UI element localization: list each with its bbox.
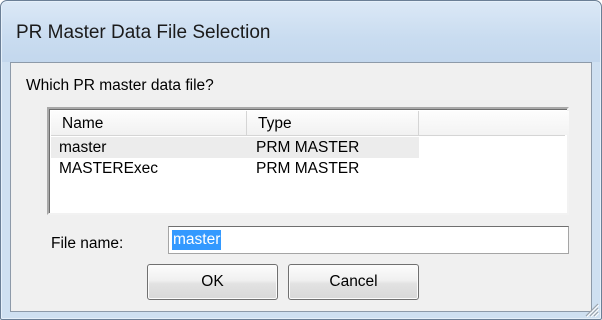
list-item-type: PRM MASTER	[256, 160, 360, 177]
resize-grip-icon[interactable]	[583, 301, 599, 317]
file-list[interactable]: Name Type master PRM MASTER MASTERExec P…	[47, 107, 569, 215]
title-bar[interactable]: PR Master Data File Selection	[2, 2, 600, 62]
list-item-name: master	[59, 139, 107, 156]
file-name-selected-text: master	[172, 230, 222, 250]
dialog-window: PR Master Data File Selection Which PR m…	[0, 0, 602, 320]
ok-button[interactable]: OK	[147, 264, 278, 300]
list-item-master[interactable]: master PRM MASTER	[51, 137, 419, 158]
prompt-text: Which PR master data file?	[26, 77, 214, 94]
list-header: Name Type	[51, 111, 569, 136]
column-header-type[interactable]: Type	[247, 111, 419, 135]
dialog-body: Which PR master data file? Name Type mas…	[10, 62, 592, 312]
cancel-button[interactable]: Cancel	[288, 264, 419, 300]
window-title: PR Master Data File Selection	[16, 22, 271, 43]
file-name-input[interactable]: master	[168, 226, 569, 254]
list-item-masterexec[interactable]: MASTERExec PRM MASTER	[51, 158, 419, 179]
column-header-name[interactable]: Name	[51, 111, 247, 135]
column-header-filler	[419, 111, 569, 135]
list-item-name: MASTERExec	[59, 160, 159, 177]
file-name-label: File name:	[51, 235, 124, 252]
list-item-type: PRM MASTER	[256, 139, 360, 156]
